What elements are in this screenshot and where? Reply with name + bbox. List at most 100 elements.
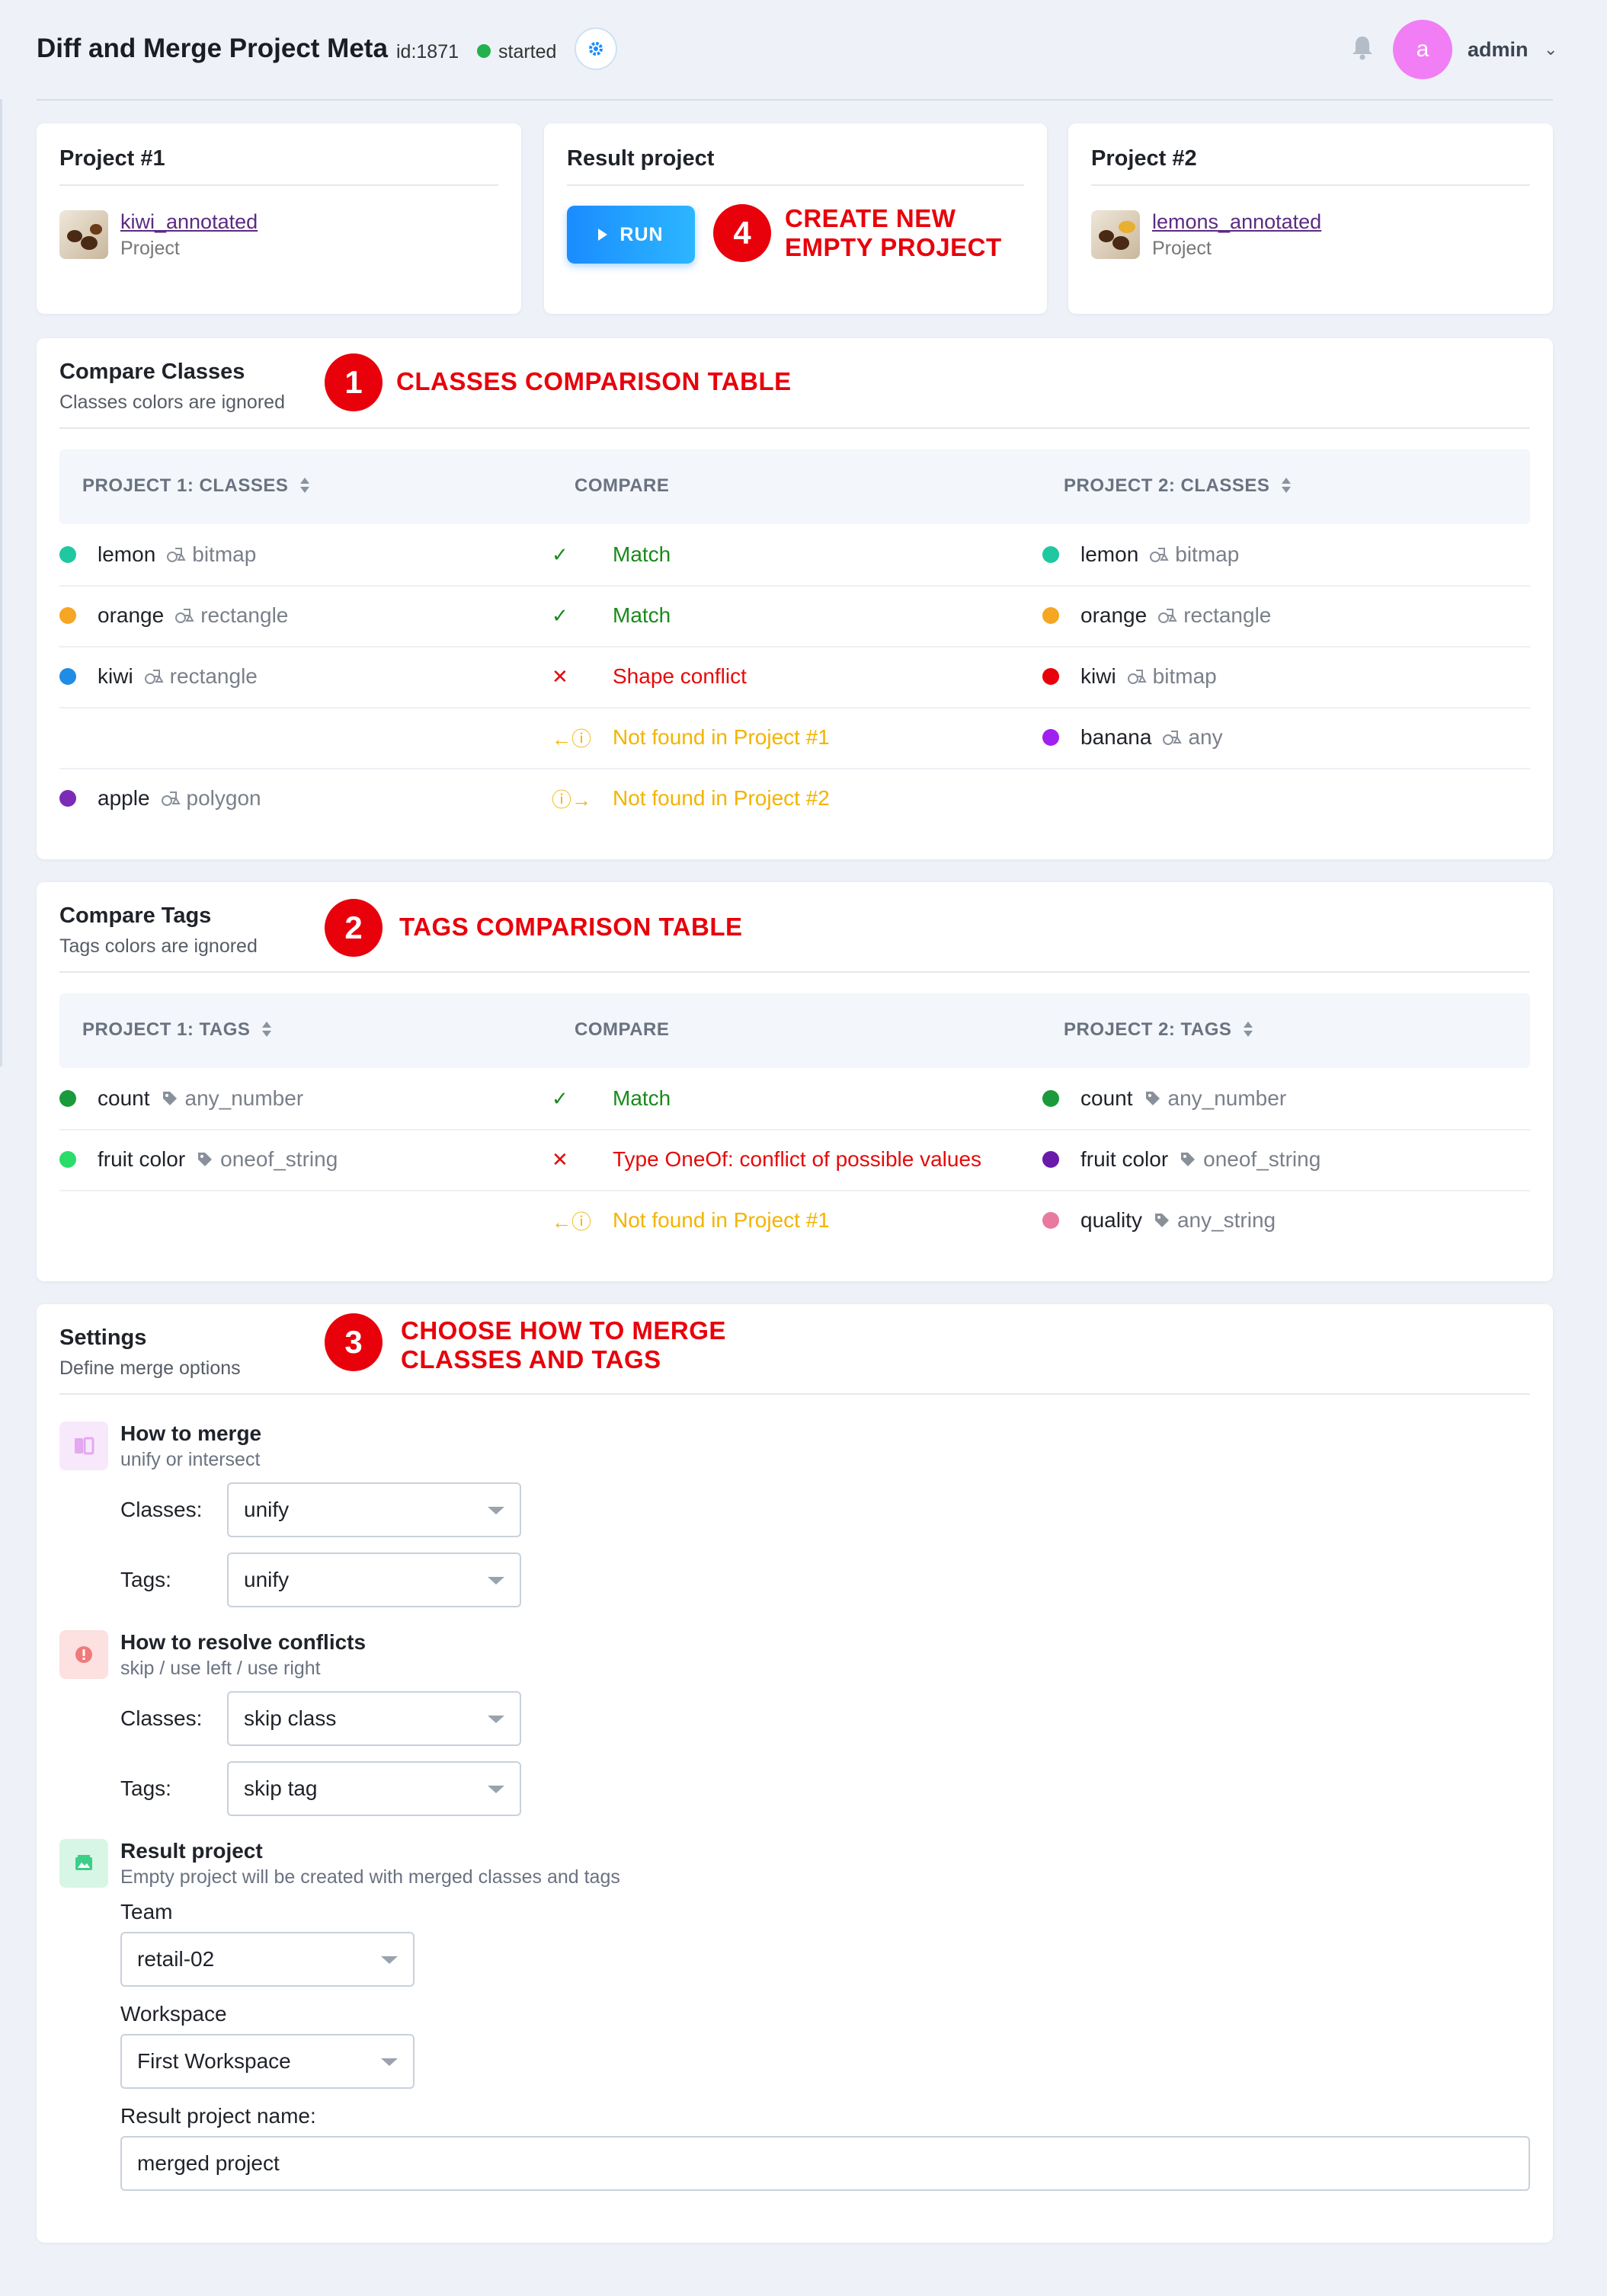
item-type: polygon [161, 786, 261, 811]
avatar[interactable]: a [1393, 20, 1452, 79]
item-type-label: any [1188, 725, 1223, 749]
select-value: unify [244, 1568, 290, 1591]
annotation-4-line2: EMPTY PROJECT [785, 233, 1002, 261]
color-dot [59, 790, 76, 807]
table-row: apple polygon ⓘ→ Not found in Project #2 [59, 768, 1530, 829]
item-type: bitmap [1127, 664, 1217, 689]
color-dot [1042, 607, 1059, 624]
compare-status: Match [613, 603, 671, 627]
col-project1-tags[interactable]: PROJECT 1: TAGS [82, 1019, 273, 1041]
left-item: fruit color oneof_string [59, 1129, 547, 1190]
select-value: skip class [244, 1706, 337, 1730]
compare-cell: ✕ Shape conflict [552, 646, 1039, 707]
task-id: id:1871 [396, 41, 459, 62]
compare-status: Match [613, 542, 671, 566]
divider [59, 427, 1530, 429]
item-type: any [1162, 725, 1223, 750]
cross-icon: ✕ [552, 1147, 568, 1171]
conflicts-classes-select[interactable]: skip class [227, 1691, 521, 1746]
col-project2-tags[interactable]: PROJECT 2: TAGS [1064, 1019, 1254, 1041]
project-2-link[interactable]: lemons_annotated [1152, 210, 1321, 234]
item-type: rectangle [144, 664, 258, 689]
check-icon: ✓ [552, 603, 568, 627]
table-row: ←ⓘ Not found in Project #1 banana any [59, 707, 1530, 769]
item-name: banana [1080, 725, 1152, 749]
item-type-label: bitmap [1152, 664, 1217, 688]
item-name: count [98, 1086, 150, 1110]
team-select[interactable]: retail-02 [120, 1932, 415, 1987]
notifications-button[interactable] [1347, 32, 1378, 62]
item-type-label: bitmap [192, 542, 257, 566]
table-row: count any_number ✓ Match count any_number [59, 1068, 1530, 1130]
merge-icon [59, 1421, 108, 1470]
input-value: merged project [137, 2151, 280, 2175]
merge-tags-select[interactable]: unify [227, 1553, 521, 1607]
item-name: apple [98, 786, 150, 810]
compare-cell: ✓ Match [552, 524, 1039, 585]
left-item: orange rectangle [59, 585, 547, 646]
chevron-down-icon[interactable]: ⌄ [1544, 40, 1557, 59]
annotation-badge-4: 4 [713, 204, 771, 262]
shape-icon [1127, 670, 1147, 684]
sort-icon[interactable] [1280, 476, 1292, 494]
workspace-select[interactable]: First Workspace [120, 2034, 415, 2089]
sort-icon[interactable] [299, 476, 311, 494]
result-project-heading: Result project [567, 146, 715, 171]
missing-icon: ⓘ→ [552, 788, 592, 811]
item-name: count [1080, 1086, 1133, 1110]
user-name[interactable]: admin [1468, 38, 1529, 62]
select-value: skip tag [244, 1776, 318, 1800]
color-dot [1042, 1090, 1059, 1107]
compare-status: Match [613, 1086, 671, 1110]
left-item: lemon bitmap [59, 524, 547, 585]
tag-icon [198, 1153, 213, 1166]
chevron-down-icon [488, 1716, 504, 1723]
project-2-thumbnail [1091, 210, 1140, 259]
col-project2-classes[interactable]: PROJECT 2: CLASSES [1064, 475, 1292, 497]
divider [59, 971, 1530, 973]
sort-icon[interactable] [1242, 1020, 1254, 1038]
shape-icon [1163, 731, 1183, 745]
table-row: ←ⓘ Not found in Project #1 quality any_stri… [59, 1190, 1530, 1251]
sort-icon[interactable] [261, 1020, 273, 1038]
table-row: kiwi rectangle ✕ Shape conflict kiwi bitmap [59, 646, 1530, 708]
compare-cell: ✓ Match [552, 585, 1039, 646]
tag-icon [1145, 1092, 1160, 1105]
result-project-name-input[interactable]: merged project [120, 2136, 1530, 2191]
compare-tags-card: Compare Tags Tags colors are ignored PRO… [37, 882, 1553, 1281]
check-icon: ✓ [552, 1086, 568, 1110]
compare-status: Not found in Project #1 [613, 725, 830, 749]
conflicts-tags-select[interactable]: skip tag [227, 1761, 521, 1816]
compare-tags-title: Compare Tags [59, 903, 212, 928]
project-1-thumbnail [59, 210, 108, 259]
project-1-type: Project [120, 238, 180, 259]
shape-icon [1150, 548, 1169, 562]
col-compare: COMPARE [575, 475, 670, 496]
status-label: started [498, 41, 557, 62]
project-1-link[interactable]: kiwi_annotated [120, 210, 258, 234]
settings-button[interactable] [575, 27, 617, 70]
item-type: oneof_string [196, 1147, 338, 1172]
col-project1-classes[interactable]: PROJECT 1: CLASSES [82, 475, 311, 497]
right-item: orange rectangle [1042, 585, 1515, 646]
annotation-badge-2: 2 [325, 899, 383, 957]
color-dot [59, 546, 76, 563]
color-dot [59, 1151, 76, 1168]
compare-status: Type OneOf: conflict of possible values [613, 1147, 982, 1171]
shape-icon [161, 791, 181, 806]
merge-section-title: How to merge [120, 1421, 262, 1445]
header-divider [37, 99, 1553, 101]
shape-icon [1158, 609, 1177, 623]
divider [59, 184, 498, 186]
tag-icon [1181, 1153, 1196, 1166]
item-type-label: oneof_string [1203, 1147, 1321, 1171]
run-button[interactable]: RUN [567, 206, 695, 264]
annotation-badge-3: 3 [325, 1313, 383, 1371]
merge-classes-select[interactable]: unify [227, 1482, 521, 1537]
item-type-label: any_number [184, 1086, 304, 1110]
annotation-4-text: CREATE NEW EMPTY PROJECT [785, 204, 1002, 262]
table-row: orange rectangle ✓ Match orange rectangle [59, 585, 1530, 648]
item-name: fruit color [98, 1147, 186, 1171]
settings-card: Settings Define merge options How to mer… [37, 1304, 1553, 2243]
compare-cell: ✓ Match [552, 1068, 1039, 1129]
